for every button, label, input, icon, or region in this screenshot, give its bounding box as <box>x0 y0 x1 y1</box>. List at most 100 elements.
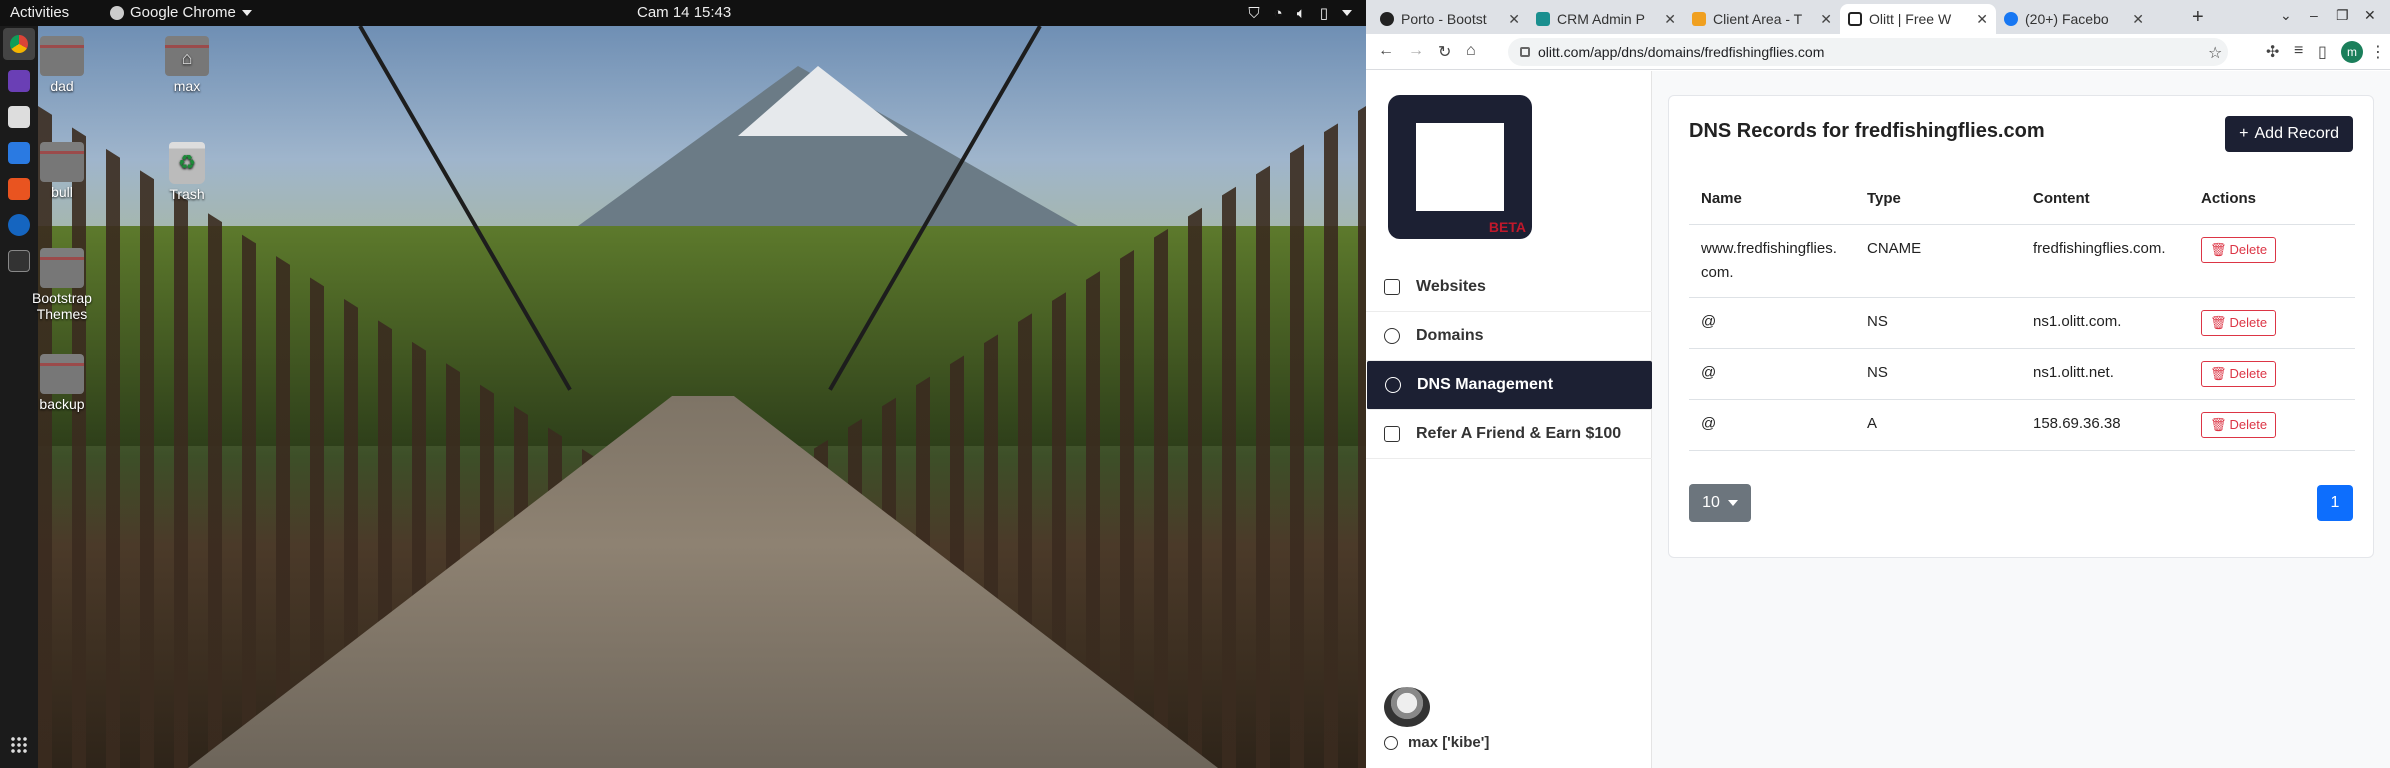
record-type: CNAME <box>1855 224 2021 298</box>
system-tray[interactable]: ⛉ ◔ 🔈︎ ▯ <box>1248 4 1352 22</box>
tab-title: (20+) Facebo <box>2025 11 2109 27</box>
trash-icon: 🗑︎ <box>2210 365 2227 381</box>
tab-facebook[interactable]: (20+) Facebo ✕ <box>1996 4 2152 34</box>
maximize-icon[interactable]: ❐ <box>2336 7 2349 24</box>
tab-client-area[interactable]: Client Area - T ✕ <box>1684 4 1840 34</box>
close-icon[interactable]: ✕ <box>1508 11 1520 28</box>
sidebar-item-label: DNS Management <box>1417 376 1554 393</box>
record-content: 158.69.36.38 <box>2021 399 2189 451</box>
record-content: ns1.olitt.net. <box>2021 348 2189 400</box>
tab-title: Olitt | Free W <box>1869 11 1952 27</box>
folder-icon <box>40 248 84 288</box>
delete-button[interactable]: 🗑︎ Delete <box>2201 360 2277 387</box>
back-icon[interactable]: ← <box>1378 42 1394 60</box>
show-apps-icon[interactable] <box>10 736 28 754</box>
column-header: Actions <box>2189 174 2355 225</box>
desktop-folder-bootstrap-themes[interactable]: Bootstrap Themes <box>22 248 102 322</box>
desktop-wallpaper <box>38 26 1366 768</box>
user-avatar[interactable] <box>1384 687 1430 727</box>
tab-porto[interactable]: Porto - Bootst ✕ <box>1372 4 1528 34</box>
desktop-icon-label: dad <box>50 78 74 94</box>
home-icon[interactable]: ⌂ <box>1466 42 1476 60</box>
table-row: @ NS ns1.olitt.net. 🗑︎ Delete <box>1689 348 2355 400</box>
close-icon[interactable]: ✕ <box>1664 11 1676 28</box>
desktop-icon-label: backup <box>39 396 85 412</box>
desktop-icon-label: Trash <box>169 186 205 202</box>
tab-title: Porto - Bootst <box>1401 11 1487 27</box>
address-bar[interactable]: olitt.com/app/dns/domains/fredfishingfli… <box>1508 38 2228 66</box>
cash-icon <box>1384 426 1400 442</box>
activities-button[interactable]: Activities <box>10 4 69 21</box>
sidebar-item-label: Websites <box>1416 278 1486 295</box>
chrome-icon <box>110 5 124 20</box>
delete-button[interactable]: 🗑︎ Delete <box>2201 309 2277 336</box>
desktop-folder-bull[interactable]: bull <box>22 142 102 200</box>
table-row: @ A 158.69.36.38 🗑︎ Delete <box>1689 399 2355 451</box>
table-row: @ NS ns1.olitt.com. 🗑︎ Delete <box>1689 297 2355 349</box>
desktop-trash[interactable]: ♻ Trash <box>147 142 227 202</box>
globe-icon <box>1384 328 1400 344</box>
tab-crm-admin[interactable]: CRM Admin P ✕ <box>1528 4 1684 34</box>
briefcase-icon <box>1384 279 1400 295</box>
desktop-folder-max[interactable]: max <box>147 36 227 94</box>
dns-records-table: Name Type Content Actions www.fredfishin… <box>1689 174 2355 451</box>
delete-label: Delete <box>2229 242 2268 257</box>
desktop-icon-label: bull <box>51 184 73 200</box>
record-name: @ <box>1689 399 1855 451</box>
dock-files-icon[interactable] <box>8 106 30 128</box>
record-type: A <box>1855 399 2021 451</box>
close-icon[interactable]: ✕ <box>2132 11 2144 28</box>
wallpaper-snow <box>738 66 908 136</box>
home-folder-icon <box>165 36 209 76</box>
desktop-folder-dad[interactable]: dad <box>22 36 102 94</box>
volume-icon: 🔈︎ <box>1296 4 1306 22</box>
tab-search-icon[interactable]: ⌄ <box>2280 7 2292 24</box>
gnome-top-bar: Activities Google Chrome Cam 14 15:43 ⛉ … <box>0 0 1366 26</box>
sidebar-item-refer[interactable]: Refer A Friend & Earn $100 <box>1366 410 1652 459</box>
lock-icon <box>1520 47 1530 57</box>
browser-toolbar: ← → ↻ ⌂ olitt.com/app/dns/domains/fredfi… <box>1366 34 2390 70</box>
chevron-down-icon <box>1342 10 1352 16</box>
trash-icon: 🗑︎ <box>2210 416 2227 432</box>
folder-icon <box>40 354 84 394</box>
sidebar-item-websites[interactable]: Websites <box>1366 263 1652 312</box>
tab-favicon <box>1692 12 1706 26</box>
sidebar: BETA Websites Domains DNS Management Ref… <box>1366 71 1652 768</box>
sidebar-item-domains[interactable]: Domains <box>1366 312 1652 361</box>
column-header: Content <box>2021 174 2189 225</box>
trash-icon: ♻ <box>169 142 205 184</box>
clock[interactable]: Cam 14 15:43 <box>637 4 731 21</box>
close-icon[interactable]: ✕ <box>1820 11 1832 28</box>
profile-avatar[interactable]: m <box>2341 41 2363 63</box>
tab-olitt[interactable]: Olitt | Free W ✕ <box>1840 4 1996 34</box>
minimize-icon[interactable]: – <box>2310 7 2318 23</box>
side-panel-icon[interactable]: ▯ <box>2318 42 2327 62</box>
extensions-icon[interactable]: ✣ <box>2266 42 2279 62</box>
bookmark-star-icon[interactable]: ☆ <box>2208 43 2222 63</box>
app-menu[interactable]: Google Chrome <box>110 4 252 21</box>
forward-icon[interactable]: → <box>1408 42 1424 60</box>
close-window-icon[interactable]: ✕ <box>2364 7 2376 24</box>
sidebar-item-label: Domains <box>1416 327 1484 344</box>
user-name: max ['kibe'] <box>1408 734 1490 751</box>
app-menu-label: Google Chrome <box>130 4 236 21</box>
column-header: Type <box>1855 174 2021 225</box>
dock-skype-icon[interactable] <box>8 214 30 236</box>
media-icon[interactable]: ≡ <box>2294 42 2303 60</box>
user-menu[interactable]: max ['kibe'] <box>1384 734 1489 751</box>
delete-label: Delete <box>2229 366 2268 381</box>
add-record-label: Add Record <box>2254 125 2340 142</box>
sidebar-item-dns-management[interactable]: DNS Management <box>1367 361 1652 410</box>
olitt-logo[interactable]: BETA <box>1388 95 1532 239</box>
delete-button[interactable]: 🗑︎ Delete <box>2201 236 2277 263</box>
trash-icon: 🗑︎ <box>2210 314 2227 330</box>
reload-icon[interactable]: ↻ <box>1438 42 1451 62</box>
desktop-folder-backup[interactable]: backup <box>22 354 102 412</box>
delete-button[interactable]: 🗑︎ Delete <box>2201 411 2277 438</box>
close-icon[interactable]: ✕ <box>1976 11 1988 28</box>
add-record-button[interactable]: + Add Record <box>2225 116 2353 152</box>
pagination-page[interactable]: 1 <box>2317 485 2353 521</box>
menu-kebab-icon[interactable]: ⋮ <box>2370 42 2386 62</box>
new-tab-icon[interactable]: + <box>2192 6 2204 29</box>
per-page-select[interactable]: 10 <box>1689 484 1751 522</box>
